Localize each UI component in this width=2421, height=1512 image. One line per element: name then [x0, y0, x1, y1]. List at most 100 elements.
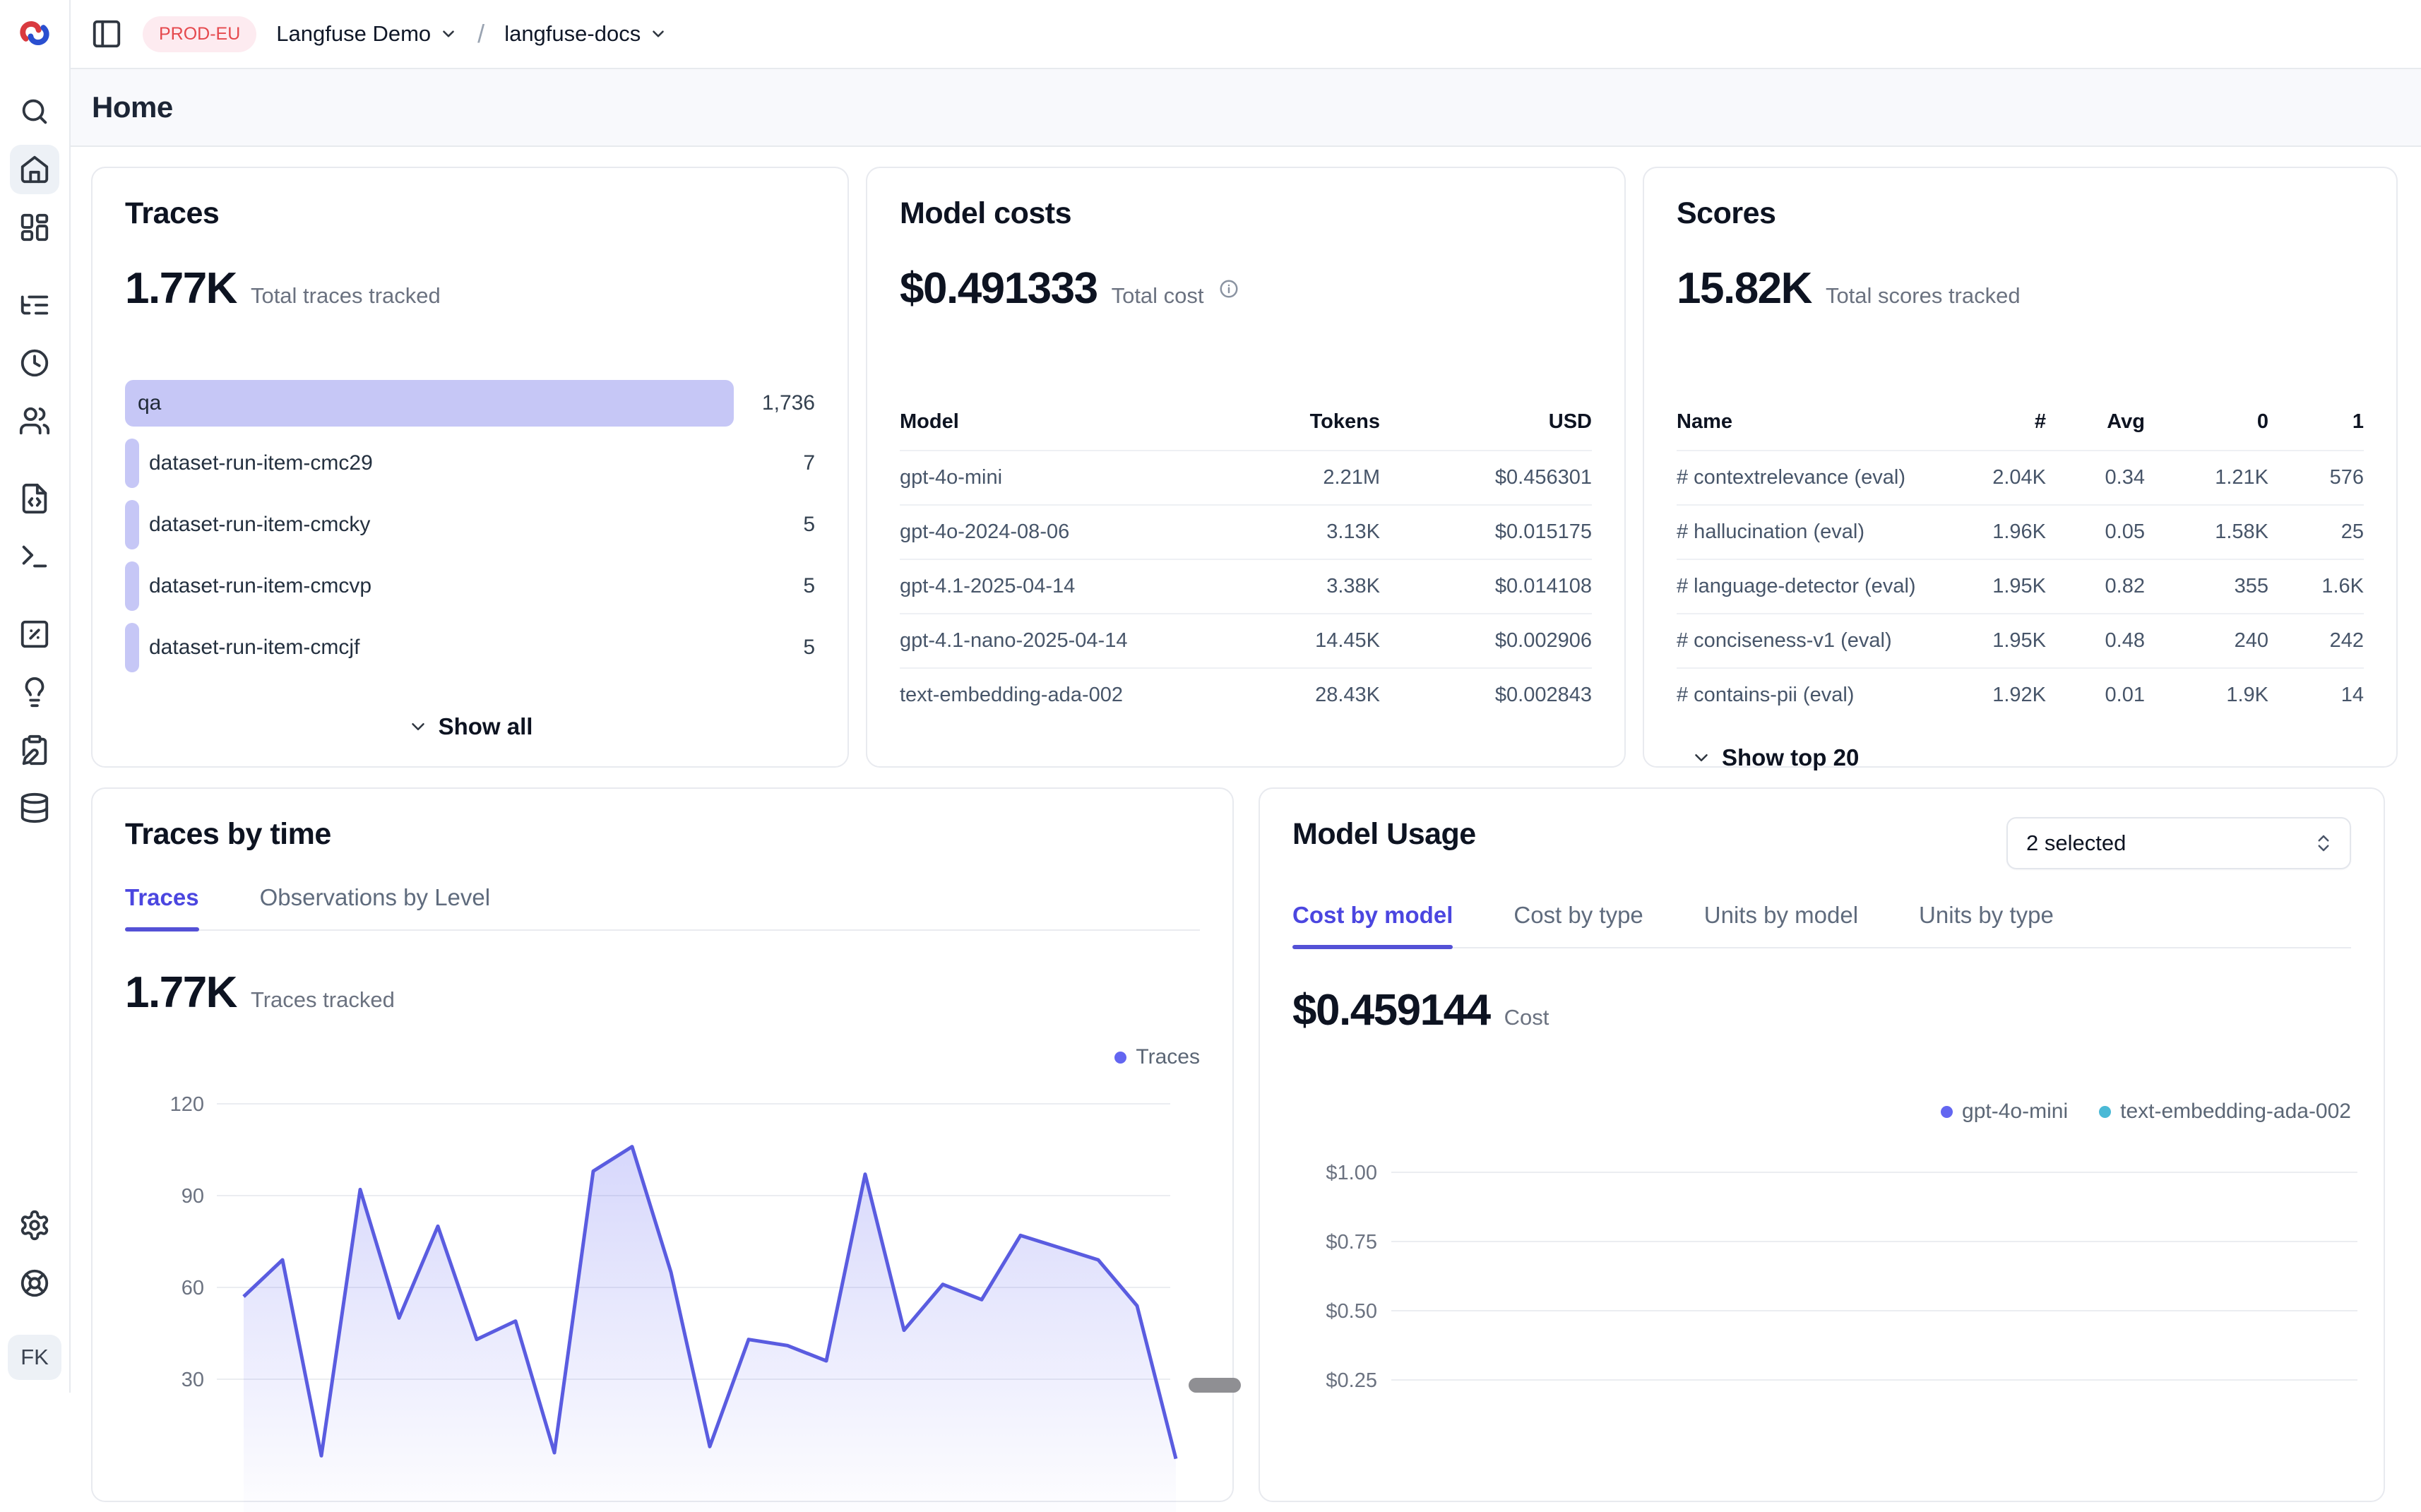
- avatar[interactable]: FK: [8, 1335, 61, 1380]
- bar: [125, 500, 139, 549]
- legend-item-traces: Traces: [1114, 1045, 1200, 1069]
- cell: gpt-4.1-nano-2025-04-14: [900, 629, 1189, 653]
- sidebar-item-sessions[interactable]: [10, 338, 59, 388]
- search-icon: [18, 95, 51, 128]
- tab-cost-by-type[interactable]: Cost by type: [1513, 902, 1643, 947]
- traces-tracked-label: Traces tracked: [251, 987, 395, 1013]
- tab-units-by-model[interactable]: Units by model: [1704, 902, 1858, 947]
- tab-observations-by-level[interactable]: Observations by Level: [260, 884, 491, 929]
- tab-units-by-type[interactable]: Units by type: [1919, 902, 2054, 947]
- table-row: # contextrelevance (eval)2.04K0.341.21K5…: [1677, 451, 2364, 506]
- cell: # hallucination (eval): [1677, 520, 1922, 544]
- breadcrumb-separator: /: [477, 19, 484, 49]
- horizontal-scrollbar-thumb[interactable]: [1189, 1378, 1241, 1393]
- usage-chart-area: gpt-4o-minitext-embedding-ada-002 $1.00$…: [1292, 1097, 2351, 1458]
- sidebar-item-playground[interactable]: [10, 532, 59, 581]
- cell: 240: [2145, 629, 2268, 653]
- sidebar-item-settings[interactable]: [10, 1201, 59, 1250]
- column-header: Avg: [2046, 410, 2145, 434]
- card-title: Scores: [1677, 196, 2364, 231]
- bar-value: 5: [803, 513, 815, 537]
- cell: 1.6K: [2268, 575, 2364, 598]
- cell: # conciseness-v1 (eval): [1677, 629, 1922, 653]
- cell: gpt-4o-mini: [900, 466, 1189, 489]
- cell: gpt-4o-2024-08-06: [900, 520, 1189, 544]
- info-icon[interactable]: [1218, 278, 1239, 299]
- cell: # contains-pii (eval): [1677, 684, 1922, 707]
- sidebar-item-tracing[interactable]: [10, 280, 59, 330]
- svg-text:120: 120: [170, 1093, 204, 1116]
- card-title: Traces: [125, 196, 815, 231]
- panel-left-icon: [90, 18, 123, 50]
- card-title: Traces by time: [125, 817, 1200, 852]
- sidebar-item-prompts[interactable]: [10, 474, 59, 523]
- table-row: # conciseness-v1 (eval)1.95K0.48240242: [1677, 614, 2364, 669]
- bar-label: dataset-run-item-cmcvp: [149, 574, 371, 598]
- cell: 0.82: [2046, 575, 2145, 598]
- chevron-down-icon: [1691, 747, 1712, 768]
- page-header: Home: [71, 69, 2421, 147]
- model-select-value: 2 selected: [2026, 831, 2126, 856]
- bar: [125, 439, 139, 488]
- column-header: Name: [1677, 410, 1922, 434]
- svg-text:60: 60: [182, 1277, 204, 1299]
- model-select[interactable]: 2 selected: [2006, 817, 2351, 869]
- sidebar: FK: [0, 0, 71, 1393]
- breadcrumb-project[interactable]: langfuse-docs: [504, 21, 667, 47]
- env-badge: PROD-EU: [143, 16, 256, 52]
- database-icon: [18, 792, 51, 824]
- svg-text:30: 30: [182, 1369, 204, 1391]
- column-header: USD: [1380, 410, 1592, 434]
- sidebar-item-datasets[interactable]: [10, 725, 59, 775]
- topbar: PROD-EU Langfuse Demo / langfuse-docs: [71, 0, 2421, 69]
- cell: 28.43K: [1189, 684, 1380, 707]
- table-row: gpt-4o-mini2.21M$0.456301: [900, 451, 1592, 506]
- terminal-icon: [18, 540, 51, 573]
- cell: 0.05: [2046, 520, 2145, 544]
- sidebar-item-home[interactable]: [10, 145, 59, 194]
- cell: 0.48: [2046, 629, 2145, 653]
- chart-legend: gpt-4o-minitext-embedding-ada-002: [1292, 1097, 2351, 1126]
- model-costs-card: Model costs $0.491333 Total cost ModelTo…: [866, 167, 1626, 768]
- show-all-button[interactable]: Show all: [125, 713, 815, 740]
- langfuse-dashboard: { "topbar": { "env_badge": "PROD-EU", "o…: [0, 0, 2421, 1393]
- cell: 3.13K: [1189, 520, 1380, 544]
- sidebar-item-support[interactable]: [10, 1258, 59, 1308]
- cell: gpt-4.1-2025-04-14: [900, 575, 1189, 598]
- lightbulb-icon: [18, 676, 51, 708]
- chevrons-up-down-icon: [2313, 833, 2334, 854]
- bar-value: 5: [803, 636, 815, 660]
- sidebar-item-annotation[interactable]: [10, 667, 59, 717]
- breadcrumb-org[interactable]: Langfuse Demo: [276, 21, 458, 47]
- sidebar-item-evaluation[interactable]: [10, 609, 59, 659]
- sidebar-item-users[interactable]: [10, 396, 59, 446]
- sidebar-item-dashboards[interactable]: [10, 203, 59, 252]
- bar-label: dataset-run-item-cmcjf: [149, 636, 359, 660]
- legend-dot: [2099, 1106, 2111, 1118]
- legend-item-gpt-4o-mini: gpt-4o-mini: [1941, 1100, 2068, 1124]
- table-row: # language-detector (eval)1.95K0.823551.…: [1677, 560, 2364, 614]
- show-top-20-button[interactable]: Show top 20: [1677, 744, 2364, 771]
- card-title: Model Usage: [1292, 817, 1476, 852]
- tab-cost-by-model[interactable]: Cost by model: [1292, 902, 1453, 947]
- column-header: #: [1922, 410, 2046, 434]
- column-header: 0: [2145, 410, 2268, 434]
- tab-traces[interactable]: Traces: [125, 884, 199, 929]
- trace-bar-row: dataset-run-item-cmc297: [125, 439, 815, 488]
- sidebar-item-exports[interactable]: [10, 783, 59, 833]
- sidebar-toggle-button[interactable]: [90, 18, 123, 50]
- scores-table: Name#Avg01 # contextrelevance (eval)2.04K…: [1677, 395, 2364, 722]
- cell: 14: [2268, 684, 2364, 707]
- life-buoy-icon: [18, 1267, 51, 1299]
- cell: $0.015175: [1380, 520, 1592, 544]
- traces-card: Traces 1.77K Total traces tracked qa1,73…: [91, 167, 849, 768]
- sidebar-item-search[interactable]: [10, 87, 59, 136]
- cell: text-embedding-ada-002: [900, 684, 1189, 707]
- bar: [125, 561, 139, 611]
- scores-total-label: Total scores tracked: [1826, 283, 2021, 309]
- traces-tracked-metric: 1.77K: [125, 968, 237, 1018]
- clipboard-pen-icon: [18, 734, 51, 766]
- column-header: 1: [2268, 410, 2364, 434]
- cell: $0.456301: [1380, 466, 1592, 489]
- langfuse-logo-icon[interactable]: [16, 14, 54, 56]
